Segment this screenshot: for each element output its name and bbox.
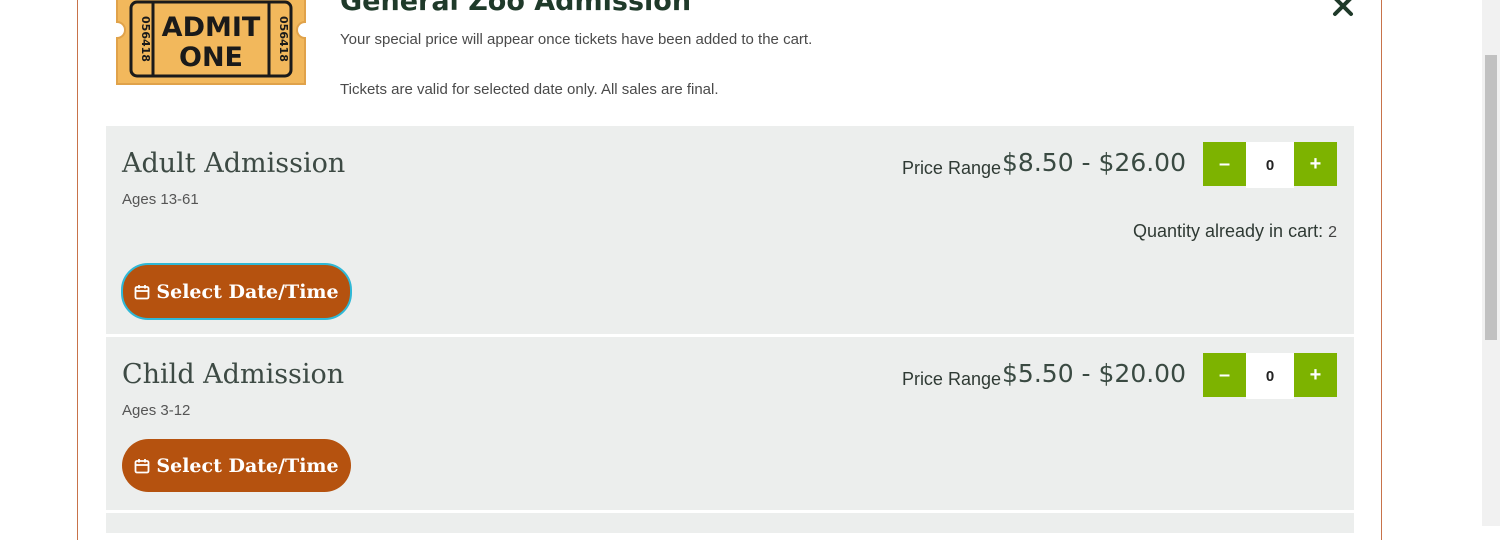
increment-button[interactable]: +	[1294, 142, 1337, 186]
cart-quantity-count: 2	[1328, 224, 1337, 241]
scrollbar-thumb[interactable]	[1485, 55, 1497, 340]
price-range-label: Price Range	[901, 158, 1001, 178]
quantity-input[interactable]	[1246, 353, 1294, 399]
ticket-row-child: Child Admission Ages 3-12 Price Range $5…	[106, 337, 1354, 510]
ticket-age-range: Ages 3-12	[122, 402, 191, 419]
quantity-stepper: – +	[1203, 142, 1337, 188]
svg-text:056418: 056418	[277, 16, 290, 62]
modal-title: General Zoo Admission	[340, 0, 692, 17]
ticket-title: Adult Admission	[122, 148, 346, 179]
calendar-icon	[134, 458, 150, 473]
svg-text:ONE: ONE	[179, 42, 243, 73]
admit-one-ticket-image: ADMIT ONE 056418 056418	[116, 0, 306, 85]
ticket-age-range: Ages 13-61	[122, 191, 199, 208]
price-range-value: $8.50 - $26.00	[1002, 148, 1186, 177]
svg-text:ADMIT: ADMIT	[162, 12, 261, 43]
select-date-time-label: Select Date/Time	[156, 280, 339, 303]
select-date-time-label: Select Date/Time	[156, 454, 339, 477]
price-range-label: Price Range	[901, 369, 1001, 389]
decrement-button[interactable]: –	[1203, 353, 1246, 397]
select-date-time-button[interactable]: Select Date/Time	[122, 439, 351, 492]
select-date-time-button[interactable]: Select Date/Time	[121, 263, 352, 320]
quantity-input[interactable]	[1246, 142, 1294, 188]
price-range-value: $5.50 - $20.00	[1002, 359, 1186, 388]
quantity-stepper: – +	[1203, 353, 1337, 399]
ticket-title: Child Admission	[122, 359, 345, 390]
cart-quantity-note: Quantity already in cart: 2	[1133, 221, 1337, 242]
ticket-row-next	[106, 513, 1354, 533]
ticket-row-adult: Adult Admission Ages 13-61 Price Range $…	[106, 126, 1354, 334]
svg-text:056418: 056418	[139, 16, 152, 62]
increment-button[interactable]: +	[1294, 353, 1337, 397]
price-note: Your special price will appear once tick…	[340, 31, 813, 48]
validity-note: Tickets are valid for selected date only…	[340, 81, 719, 98]
close-icon[interactable]	[1331, 0, 1355, 18]
calendar-icon	[134, 284, 150, 299]
cart-quantity-label: Quantity already in cart:	[1132, 221, 1324, 241]
decrement-button[interactable]: –	[1203, 142, 1246, 186]
page-scrollbar[interactable]	[1482, 0, 1500, 526]
